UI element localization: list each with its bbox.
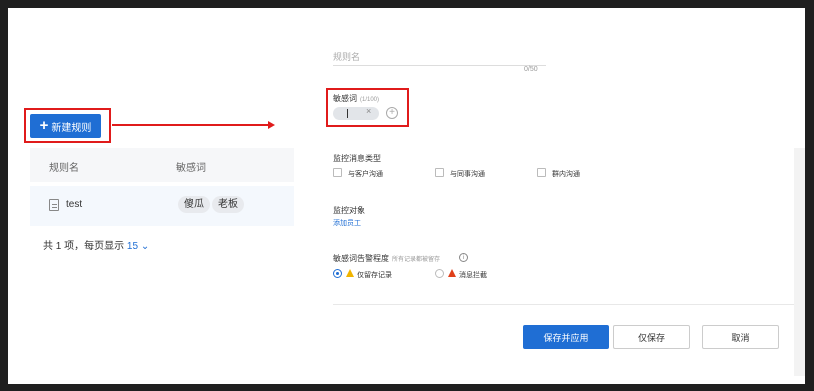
word-tag: 老板 [212, 196, 244, 213]
pager-prefix: 共 1 项，每页显示 [43, 241, 125, 252]
sensitive-word-input[interactable]: × [333, 106, 379, 120]
checkbox-customer-label: 与客户沟通 [348, 171, 383, 178]
checkbox-customer[interactable] [333, 168, 342, 177]
add-staff-link[interactable]: 添加员工 [333, 218, 361, 228]
radio-keep-record[interactable] [333, 269, 342, 278]
sensitive-count: (1/100) [360, 97, 380, 103]
new-rule-button[interactable]: + 新建规则 [30, 114, 101, 138]
cancel-button[interactable]: 取消 [702, 325, 779, 349]
arrow-line [112, 124, 270, 126]
radio-intercept[interactable] [435, 269, 444, 278]
text-cursor [347, 109, 348, 118]
checkbox-colleague[interactable] [435, 168, 444, 177]
new-rule-label: 新建规则 [51, 122, 92, 134]
rule-name-placeholder: 规则名 [333, 52, 361, 62]
alert-label-text: 敏感词告警程度 [333, 254, 389, 263]
warning-red-icon [448, 269, 456, 277]
checkbox-colleague-label: 与同事沟通 [450, 171, 485, 178]
table-header: 规则名 敏感词 [30, 148, 294, 182]
plus-icon: + [39, 117, 49, 134]
clear-icon[interactable]: × [366, 106, 371, 116]
arrow-head-icon [268, 121, 275, 129]
table-row[interactable]: test 傻瓜 老板 [30, 186, 294, 226]
msgtype-label: 监控消息类型 [333, 154, 381, 163]
add-circle-icon[interactable]: + [386, 107, 398, 119]
page-size-select[interactable]: 15 ⌄ [127, 241, 149, 252]
name-counter: 0/50 [524, 66, 538, 73]
save-only-button[interactable]: 仅保存 [613, 325, 690, 349]
rules-table: 规则名 敏感词 test 傻瓜 老板 [30, 148, 294, 226]
right-edge-panel [794, 148, 805, 376]
radio-keep-record-label: 仅留存记录 [357, 272, 392, 279]
header-rule-name: 规则名 [49, 163, 79, 174]
alert-label: 敏感词告警程度 所有记录都被留存 [333, 253, 440, 264]
chevron-down-icon: ⌄ [140, 241, 150, 252]
word-tag: 傻瓜 [178, 196, 210, 213]
file-icon [49, 199, 59, 211]
page-size-value: 15 [126, 241, 139, 252]
target-label: 监控对象 [333, 206, 365, 215]
rule-name-input[interactable]: 规则名 [333, 46, 546, 66]
sensitive-label-text: 敏感词 [333, 94, 357, 103]
checkbox-group-label: 群内沟通 [552, 171, 580, 178]
canvas: + 新建规则 规则名 敏感词 test 傻瓜 老板 共 1 项，每页显示 15 … [8, 8, 805, 384]
checkbox-group[interactable] [537, 168, 546, 177]
header-sensitive-words: 敏感词 [176, 163, 206, 174]
pagination: 共 1 项，每页显示 15 ⌄ [43, 237, 149, 252]
rule-form: 规则名 0/50 敏感词 (1/100) × + 监控消息类型 与客户沟通 与同事… [326, 8, 804, 384]
alert-hint: 所有记录都被留存 [392, 257, 441, 263]
sensitive-label: 敏感词 (1/100) [333, 93, 379, 104]
divider [333, 304, 800, 305]
rule-name: test [66, 199, 83, 210]
radio-intercept-label: 消息拦截 [459, 272, 487, 279]
info-icon[interactable]: i [459, 253, 468, 262]
warning-yellow-icon [346, 269, 354, 277]
save-apply-button[interactable]: 保存并应用 [523, 325, 609, 349]
